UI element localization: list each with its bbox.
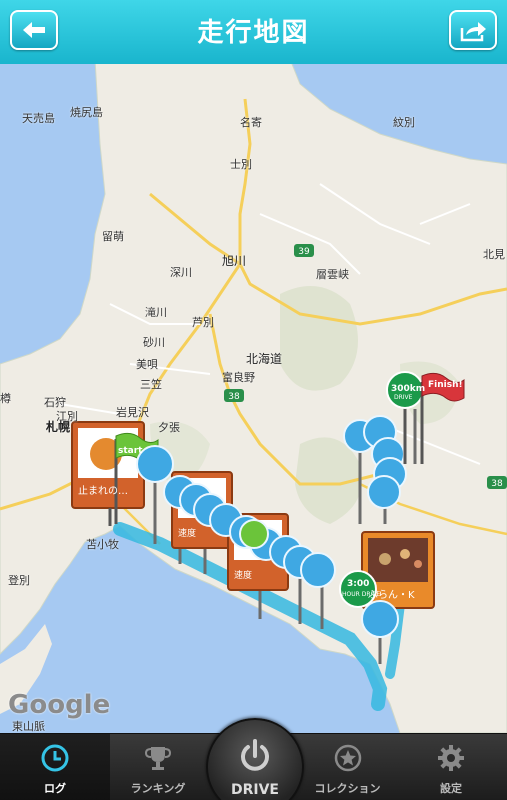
map-base: 39 38 38 — [0, 64, 507, 733]
place-label: 樽 — [0, 392, 11, 405]
gear-icon — [438, 745, 464, 771]
place-label: 層雲峡 — [316, 268, 349, 281]
milestone-300km-label: 300km — [391, 384, 426, 394]
nav-header: 走行地図 — [0, 0, 507, 65]
place-label: 登別 — [8, 574, 30, 587]
svg-text:38: 38 — [491, 479, 503, 489]
place-label: 東山脈 — [12, 720, 45, 733]
drive-label: DRIVE — [230, 782, 279, 798]
place-label: 芦別 — [192, 316, 214, 329]
star-badge-icon — [334, 744, 361, 772]
page-title: 走行地図 — [197, 18, 310, 48]
milestone-3hour-sub: HOUR DRIVE — [342, 591, 381, 598]
place-label: 深川 — [170, 266, 192, 279]
milestone-3hour-label: 3:00 — [347, 579, 370, 589]
clock-icon — [41, 744, 69, 772]
speed-sign-1-label: 速度 — [178, 529, 197, 539]
start-flag-label: start — [118, 446, 143, 456]
place-label: 留萌 — [102, 230, 124, 243]
tab-collection[interactable]: コレクション — [300, 734, 395, 800]
tab-collection-label: コレクション — [314, 782, 381, 795]
route-map[interactable]: 39 38 38 天売島 焼尻島 名寄 紋別 士別 留萌 旭川 深川 層雲峡 北… — [0, 64, 507, 733]
google-logo: Google — [8, 690, 111, 720]
svg-text:38: 38 — [228, 392, 240, 402]
svg-text:39: 39 — [298, 247, 310, 257]
tab-ranking[interactable]: ランキング — [110, 734, 206, 800]
tab-log[interactable]: ログ — [0, 734, 110, 800]
app-screen: 走行地図 39 38 38 天売島 焼尻島 名寄 紋別 士別 留萌 旭川 深川 … — [0, 0, 507, 800]
place-label: 札幌 — [46, 420, 71, 434]
finish-flag-label: Finish! — [428, 380, 463, 390]
share-icon — [460, 22, 486, 42]
place-label: 三笠 — [140, 378, 162, 391]
place-label: 滝川 — [145, 306, 167, 319]
place-label: 岩見沢 — [116, 406, 149, 419]
place-label: 旭川 — [222, 254, 247, 268]
place-label: 美唄 — [136, 358, 158, 371]
place-label: 北見 — [483, 248, 505, 261]
route-shield: 39 — [294, 244, 314, 257]
place-label: 焼尻島 — [70, 106, 103, 119]
photo-left-caption: 止まれの… — [78, 486, 128, 497]
trophy-icon — [144, 747, 172, 770]
tab-settings[interactable]: 設定 — [395, 734, 507, 800]
place-label: 士別 — [230, 158, 252, 171]
place-label: 名寄 — [240, 116, 262, 129]
tab-settings-label: 設定 — [440, 782, 462, 795]
route-shield: 38 — [487, 476, 507, 489]
power-icon — [241, 739, 269, 771]
place-label: 天売島 — [22, 112, 55, 125]
milestone-300km-sub: DRIVE — [394, 394, 413, 401]
speed-sign-2-label: 速度 — [234, 571, 253, 581]
tab-log-label: ログ — [44, 782, 66, 795]
place-label: 紋別 — [393, 116, 415, 129]
tab-ranking-label: ランキング — [130, 782, 186, 795]
place-label: 夕張 — [158, 421, 180, 434]
place-label: 北海道 — [246, 352, 283, 366]
place-label: 富良野 — [222, 371, 255, 384]
green-pin — [239, 519, 269, 549]
route-shield: 38 — [224, 389, 244, 402]
share-button[interactable] — [449, 10, 497, 50]
place-label: 砂川 — [143, 336, 165, 349]
place-label: 苫小牧 — [86, 538, 119, 551]
